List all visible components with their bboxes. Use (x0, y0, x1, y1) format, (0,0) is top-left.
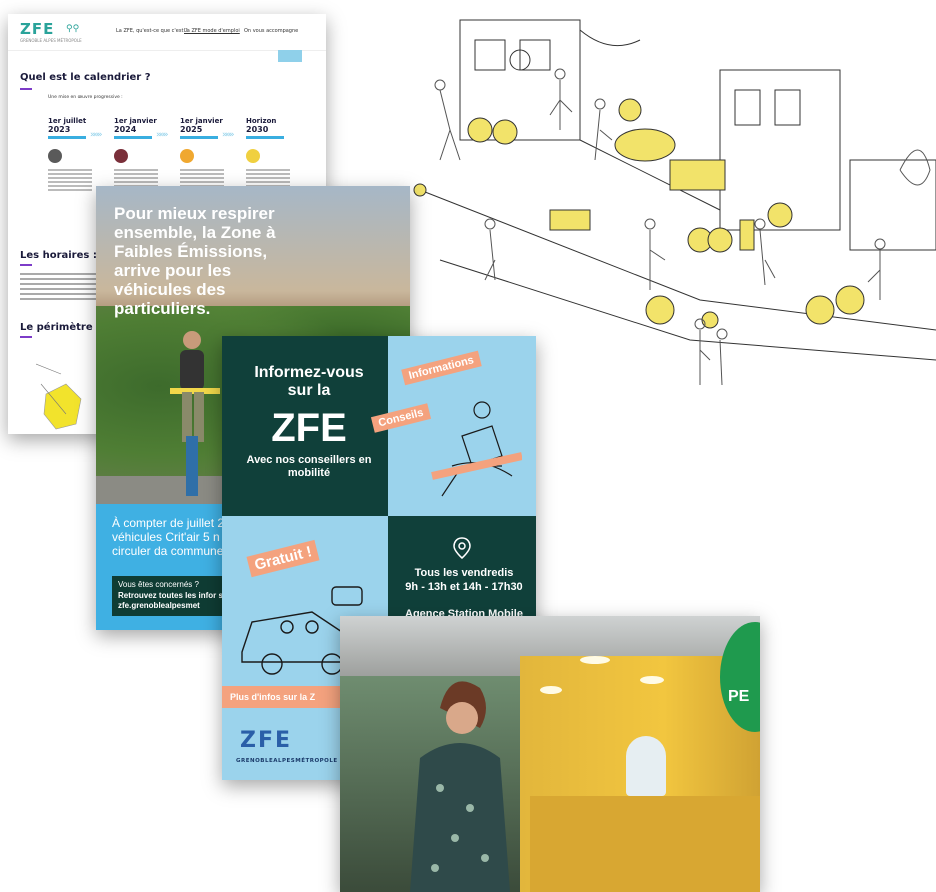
critair-badge-icon (48, 149, 62, 163)
timeline-step: Horizon 2030 (246, 117, 306, 193)
callout-question: Vous êtes concernés ? (118, 580, 199, 589)
reception-desk (530, 796, 760, 892)
timeline-date: 1er juillet (48, 117, 87, 125)
ceiling-lamp (640, 676, 664, 684)
flyer-title: Informez-vous sur la (254, 364, 364, 399)
timeline-date: 1er janvier (114, 117, 157, 125)
schedule-hours: 9h - 13h et 14h - 17h30 (405, 581, 523, 593)
critair-badge-icon (246, 149, 260, 163)
agent-figure (626, 736, 666, 796)
chevrons-icon: »»» (222, 130, 234, 140)
calendar-heading: Quel est le calendrier ? (20, 72, 151, 83)
visitor-figure (410, 681, 510, 892)
reading-person-drawing (431, 401, 522, 497)
flyer-zfe: ZFE (271, 406, 347, 450)
calendar-intro: Une mise en œuvre progressive : (48, 95, 123, 100)
mobility-office-photo: PE (340, 616, 760, 892)
sign-text: PE (728, 688, 750, 705)
nav-link-support[interactable]: On vous accompagne (244, 28, 298, 34)
timeline-step: 1er janvier 2024 (114, 117, 174, 193)
flyer-logo: ZFE (240, 728, 293, 753)
timeline-date: 1er janvier (180, 117, 223, 125)
location-pin-icon (453, 537, 471, 559)
website-navbar: ZFE GRENOBLE ALPES MÉTROPOLE ⚲⚲ La ZFE, … (8, 14, 326, 51)
schedule-days: Tous les vendredis (414, 567, 514, 579)
flyer-logo-subtitle: GRENOBLEALPESMÉTROPOLE (236, 758, 338, 764)
heading-underline (20, 264, 32, 266)
zfe-logo: ZFE (20, 20, 55, 38)
cyclist-figure (170, 331, 220, 496)
timeline-step: 1er janvier 2025 (180, 117, 240, 193)
schedule-text: Tous les vendredis 9h - 13h et 14h - 17h… (392, 566, 536, 594)
bike-icon: ⚲⚲ (66, 24, 80, 34)
ceiling-lamp (580, 656, 610, 664)
heading-underline (20, 88, 32, 90)
poster-headline: Pour mieux respirer ensemble, la Zone à … (114, 204, 276, 318)
flyer-subtitle: Avec nos conseillers en mobilité (246, 454, 372, 479)
chevrons-icon: »»» (156, 130, 168, 140)
timeline-step: 1er juillet 2023 (48, 117, 108, 193)
logo-subtitle: GRENOBLE ALPES MÉTROPOLE (20, 38, 82, 43)
paragraph-lines (20, 270, 100, 303)
nav-link-guide[interactable]: La ZFE mode d'emploi (184, 28, 240, 34)
nav-link-what[interactable]: La ZFE, qu'est-ce que c'est ? (116, 28, 188, 34)
critair-badge-icon (180, 149, 194, 163)
critair-badge-icon (114, 149, 128, 163)
search-tab[interactable] (278, 50, 302, 62)
chevrons-icon: »»» (90, 130, 102, 140)
ceiling-lamp (540, 686, 562, 694)
timeline-date: Horizon (246, 117, 277, 125)
timeline-year: 2030 (246, 125, 269, 134)
heading-underline (20, 336, 32, 338)
